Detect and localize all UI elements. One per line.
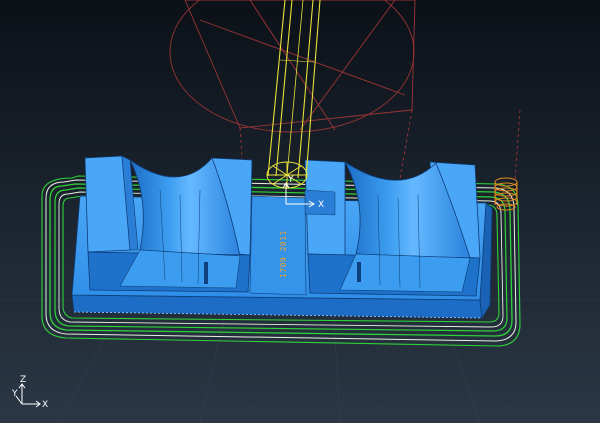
triad-y-label: Y	[11, 389, 18, 399]
right-cradle[interactable]	[304, 159, 481, 297]
workplane-x-label: X	[318, 200, 324, 210]
triad-z-label: Z	[20, 375, 26, 385]
engraved-text: 1709 2011	[279, 230, 288, 278]
middle-rib	[249, 195, 307, 296]
triad-x-label: X	[42, 400, 48, 410]
graphics-viewport[interactable]: 1709 2011 X Y Z X Y	[0, 0, 600, 423]
left-cradle[interactable]	[84, 155, 253, 293]
workplane-y-label: Y	[287, 175, 294, 185]
